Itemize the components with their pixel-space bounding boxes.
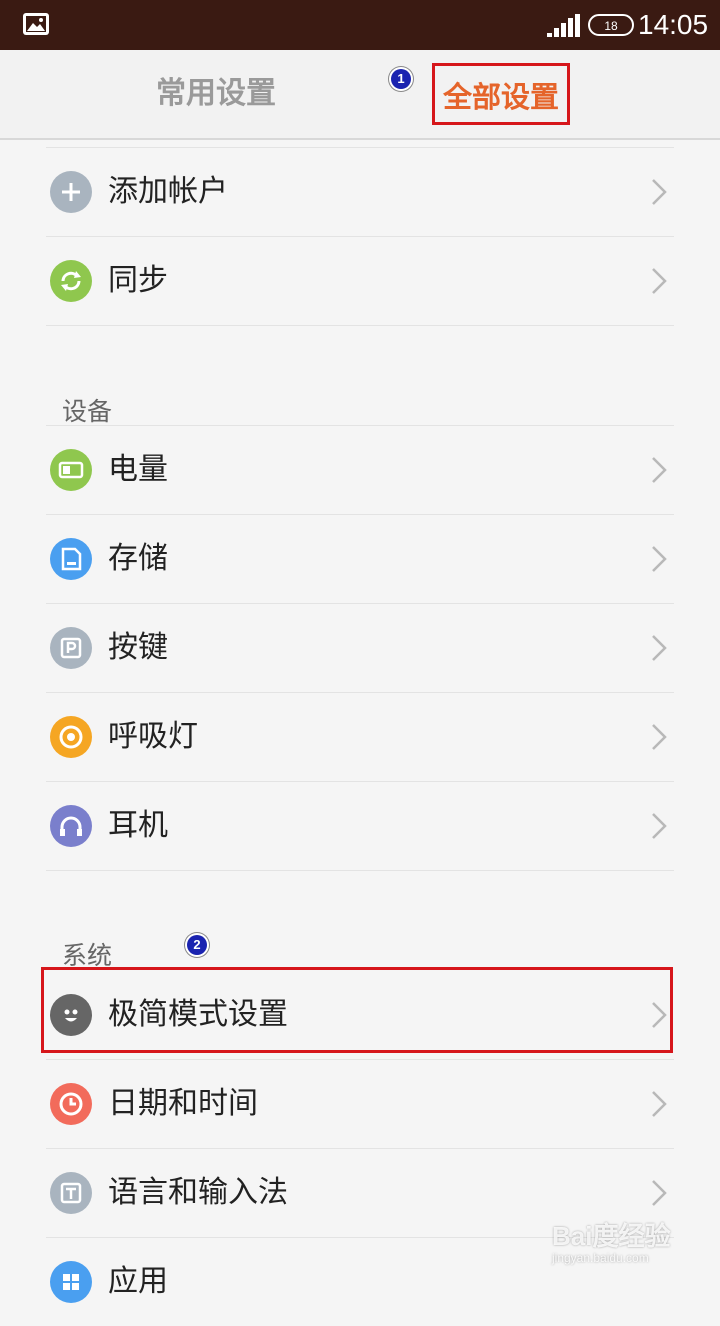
chevron-right-icon <box>652 1180 667 1206</box>
baidu-watermark: Bai度经验 jingyan.baidu.com <box>552 1216 712 1270</box>
tab-common-settings[interactable]: 常用设置 <box>116 50 316 138</box>
item-label: 添加帐户 <box>108 174 228 209</box>
language-icon <box>50 1172 92 1214</box>
item-label: 应用 <box>108 1264 168 1299</box>
storage-icon <box>50 538 92 580</box>
chevron-right-icon <box>652 813 667 839</box>
settings-item-sync[interactable]: 同步 <box>46 237 674 325</box>
section-header-device: 设备 <box>62 397 113 426</box>
settings-item-add-account[interactable]: 添加帐户 <box>46 148 674 236</box>
divider <box>46 870 674 871</box>
settings-item-storage[interactable]: 存储 <box>46 515 674 603</box>
watermark-url: jingyan.baidu.com <box>552 1251 649 1265</box>
battery-icon: 18 <box>588 14 634 36</box>
item-label: 同步 <box>108 263 168 298</box>
chevron-right-icon <box>652 1091 667 1117</box>
annotation-badge-2: 2 <box>187 935 207 955</box>
settings-item-headphones[interactable]: 耳机 <box>46 782 674 870</box>
battery-level: 18 <box>604 19 618 33</box>
image-notification-icon <box>23 13 49 35</box>
headphones-icon <box>50 805 92 847</box>
chevron-right-icon <box>652 724 667 750</box>
annotation-badge-1: 1 <box>391 69 411 89</box>
sync-icon <box>50 260 92 302</box>
item-label: 日期和时间 <box>108 1086 258 1121</box>
signal-icon <box>547 14 580 37</box>
battery-icon <box>50 449 92 491</box>
status-time: 14:05 <box>638 9 709 40</box>
chevron-right-icon <box>652 546 667 572</box>
item-label: 存储 <box>108 541 168 576</box>
status-bar: 18 14:05 <box>0 0 720 50</box>
apps-icon <box>50 1261 92 1303</box>
divider <box>46 325 674 326</box>
settings-item-date-time[interactable]: 日期和时间 <box>46 1060 674 1148</box>
settings-item-breathing-light[interactable]: 呼吸灯 <box>46 693 674 781</box>
item-label: 按键 <box>108 630 168 665</box>
annotation-highlight-box <box>41 967 673 1053</box>
breathing-light-icon <box>50 716 92 758</box>
clock-icon <box>50 1083 92 1125</box>
watermark-main: Bai度经验 <box>552 1221 671 1251</box>
settings-item-battery[interactable]: 电量 <box>46 426 674 514</box>
item-label: 电量 <box>108 452 168 487</box>
tab-all-settings[interactable]: 全部设置 <box>432 63 570 125</box>
item-label: 语言和输入法 <box>108 1175 288 1210</box>
item-label: 呼吸灯 <box>108 719 198 754</box>
item-label: 耳机 <box>108 808 168 843</box>
settings-item-buttons[interactable]: 按键 <box>46 604 674 692</box>
button-icon <box>50 627 92 669</box>
settings-tabbar: 常用设置 1 全部设置 <box>0 50 720 140</box>
chevron-right-icon <box>652 635 667 661</box>
chevron-right-icon <box>652 179 667 205</box>
add-icon <box>50 171 92 213</box>
chevron-right-icon <box>652 268 667 294</box>
chevron-right-icon <box>652 457 667 483</box>
